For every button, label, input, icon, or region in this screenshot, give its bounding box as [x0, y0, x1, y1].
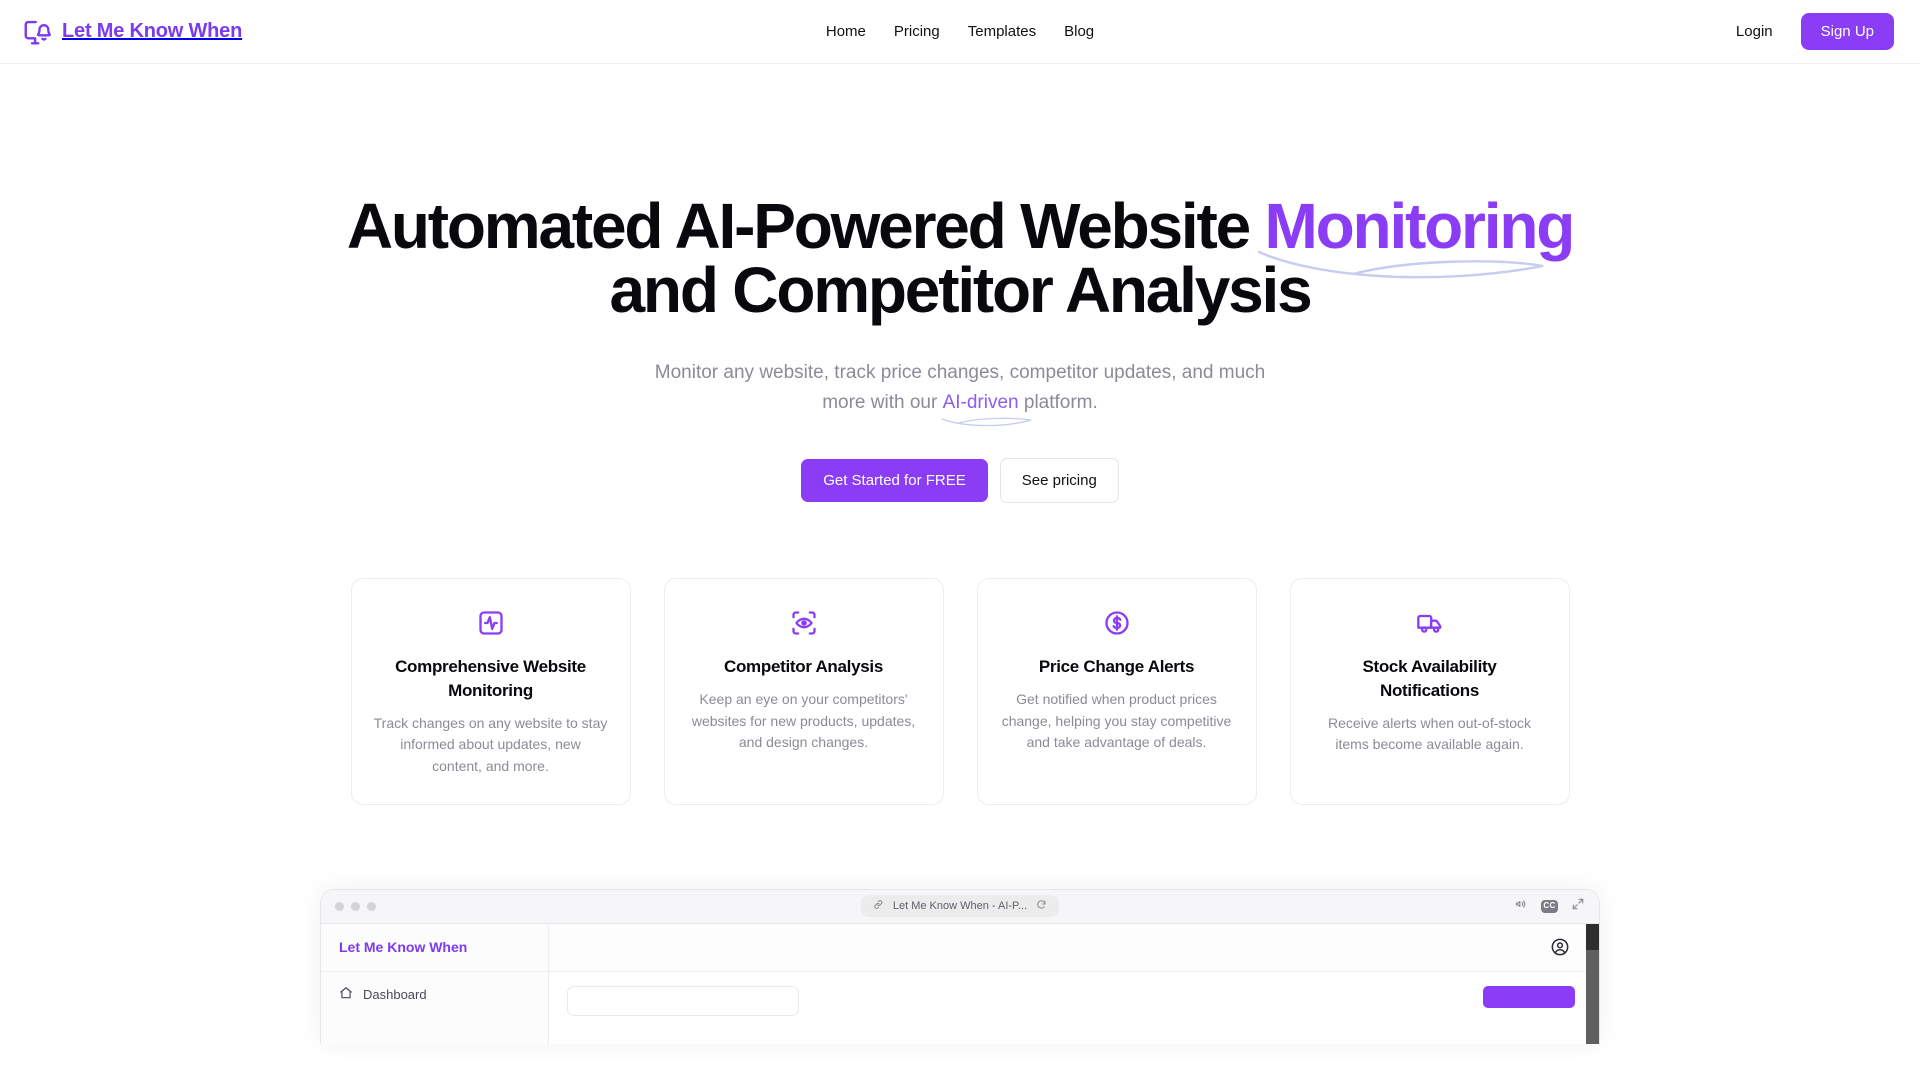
- url-bar[interactable]: Let Me Know When - AI-P...: [860, 895, 1060, 918]
- app-topbar: [549, 923, 1599, 972]
- feature-card-description: Keep an eye on your competitors' website…: [691, 690, 916, 751]
- scan-eye-icon: [790, 609, 818, 639]
- get-started-button[interactable]: Get Started for FREE: [801, 459, 988, 503]
- minimize-window-dot[interactable]: [351, 901, 360, 911]
- maximize-window-dot[interactable]: [367, 901, 376, 911]
- app-preview-body: Let Me Know When Dashboard: [321, 923, 1599, 1044]
- feature-card-description: Receive alerts when out-of-stock items b…: [1327, 714, 1532, 753]
- subhead-accent-word: AI-driven: [940, 388, 1031, 427]
- hero-cta-row: Get Started for FREE See pricing: [0, 458, 1920, 504]
- browser-bar-actions: CC: [1514, 897, 1585, 916]
- app-main-area: [549, 923, 1599, 1044]
- nav-link-pricing[interactable]: Pricing: [894, 23, 940, 40]
- app-search-input[interactable]: [567, 985, 799, 1016]
- brand-name: Let Me Know When: [62, 20, 243, 42]
- nav-link-templates[interactable]: Templates: [968, 23, 1036, 40]
- window-traffic-lights: [335, 901, 376, 911]
- page-title: Automated AI-Powered Website Monitoring …: [310, 194, 1610, 322]
- main-navigation: Home Pricing Templates Blog: [826, 23, 1094, 40]
- url-bar-title: Let Me Know When - AI-P...: [892, 900, 1028, 913]
- reload-icon[interactable]: [1036, 897, 1047, 915]
- browser-chrome-bar: Let Me Know When - AI-P... CC: [321, 889, 1599, 924]
- expand-icon[interactable]: [1571, 897, 1585, 916]
- subhead-text-part2: platform.: [1018, 392, 1098, 414]
- app-preview-browser-mockup: Let Me Know When - AI-P... CC Let Me Kno…: [320, 888, 1600, 1044]
- sidebar-item-label: Dashboard: [363, 986, 427, 1002]
- login-link[interactable]: Login: [1736, 23, 1773, 40]
- site-header: Let Me Know When Home Pricing Templates …: [0, 0, 1920, 64]
- feature-card-title: Stock Availability Notifications: [1362, 657, 1497, 700]
- headline-text-part2: and Competitor Analysis: [609, 254, 1313, 326]
- close-window-dot[interactable]: [335, 901, 344, 911]
- headline-accent-word: Monitoring: [1257, 194, 1575, 279]
- truck-icon: [1416, 609, 1444, 639]
- nav-link-home[interactable]: Home: [826, 23, 866, 40]
- activity-square-icon: [477, 609, 505, 639]
- hero-section: Automated AI-Powered Website Monitoring …: [0, 64, 1920, 805]
- see-pricing-button[interactable]: See pricing: [999, 458, 1119, 504]
- headline-accent-text: Monitoring: [1264, 190, 1576, 262]
- hero-subtitle: Monitor any website, track price changes…: [640, 358, 1280, 427]
- page-scrollbar-thumb[interactable]: [1586, 923, 1599, 950]
- app-sidebar-title: Let Me Know When: [339, 939, 468, 956]
- volume-icon[interactable]: [1514, 897, 1528, 916]
- monitor-bell-icon: [22, 17, 52, 47]
- header-actions: Login Sign Up: [1736, 13, 1894, 50]
- feature-card: Competitor Analysis Keep an eye on your …: [663, 578, 944, 805]
- feature-card-description: Track changes on any website to stay inf…: [373, 714, 608, 774]
- feature-card-description: Get notified when product prices change,…: [1001, 690, 1232, 751]
- sign-up-button[interactable]: Sign Up: [1800, 13, 1894, 50]
- feature-card: Stock Availability Notifications Receive…: [1289, 578, 1570, 805]
- feature-card-title: Comprehensive Website Monitoring: [395, 657, 586, 700]
- page-scrollbar[interactable]: [1586, 923, 1599, 1044]
- feature-card-title: Price Change Alerts: [1038, 657, 1195, 677]
- feature-card: Comprehensive Website Monitoring Track c…: [350, 578, 631, 805]
- app-content-row: [549, 972, 1599, 1016]
- closed-caption-badge[interactable]: CC: [1541, 899, 1558, 913]
- nav-link-blog[interactable]: Blog: [1064, 23, 1094, 40]
- app-primary-action-button[interactable]: [1483, 985, 1575, 1008]
- user-circle-icon[interactable]: [1547, 934, 1573, 960]
- brand-logo-link[interactable]: Let Me Know When: [22, 17, 242, 47]
- subhead-underline-swoosh: [940, 417, 1031, 427]
- home-icon: [339, 986, 353, 1003]
- link-icon: [873, 897, 884, 915]
- circle-dollar-sign-icon: [1103, 609, 1131, 639]
- app-sidebar-header: Let Me Know When: [321, 924, 548, 972]
- app-sidebar: Let Me Know When Dashboard: [321, 923, 549, 1044]
- feature-card: Price Change Alerts Get notified when pr…: [976, 578, 1257, 805]
- headline-text-part1: Automated AI-Powered Website: [346, 190, 1265, 262]
- feature-card-list: Comprehensive Website Monitoring Track c…: [0, 578, 1920, 805]
- sidebar-item-dashboard[interactable]: Dashboard: [321, 972, 548, 1003]
- feature-card-title: Competitor Analysis: [724, 657, 883, 677]
- subhead-accent-text: AI-driven: [942, 392, 1019, 414]
